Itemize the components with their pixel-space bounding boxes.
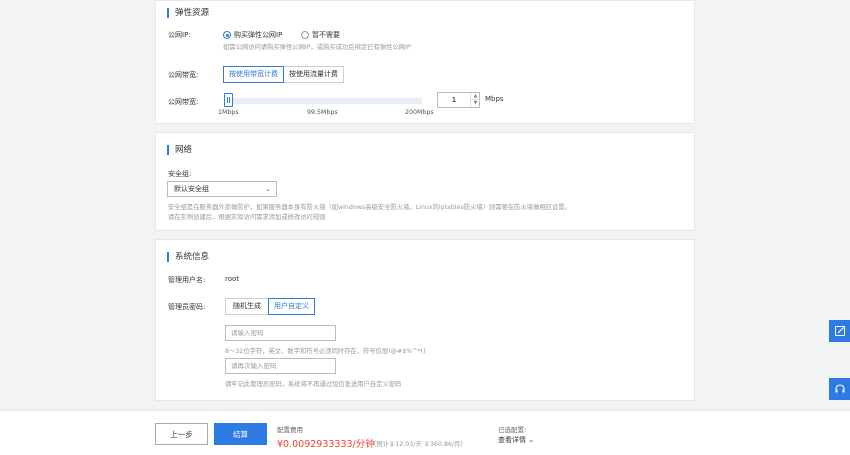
fee-price: ¥0.0092933333/分钟 bbox=[277, 439, 375, 450]
section-title: 系统信息 bbox=[167, 252, 209, 262]
public-ip-label: 公网IP: bbox=[168, 31, 191, 39]
radio-no-eip[interactable]: 暂不需要 bbox=[301, 30, 340, 40]
feedback-button[interactable] bbox=[829, 320, 850, 342]
edit-icon bbox=[834, 326, 845, 336]
public-ip-hint: 如需公网访问请购买弹性公网IP，或购买成功后绑定已有弹性公网IP bbox=[223, 44, 411, 51]
fee-label: 配置费用 bbox=[277, 426, 303, 434]
password-random-button[interactable]: 随机生成 bbox=[225, 298, 269, 315]
view-details-link[interactable]: 查看详情 ⌄ bbox=[498, 435, 534, 445]
security-group-hint-2: 请在实例创建后，根据实际访问需求添加或修改访问规则 bbox=[168, 214, 326, 221]
support-button[interactable] bbox=[829, 378, 850, 400]
radio-unchecked-icon bbox=[301, 31, 309, 39]
billing-label: 公网带宽: bbox=[168, 71, 199, 79]
bandwidth-label: 公网带宽: bbox=[168, 98, 199, 106]
chevron-down-icon: ⌄ bbox=[528, 436, 535, 444]
bandwidth-slider-handle[interactable] bbox=[224, 93, 233, 107]
admin-username-value: root bbox=[225, 275, 240, 283]
previous-step-button[interactable]: 上一步 bbox=[155, 423, 208, 445]
system-info-panel: 系统信息 管理用户名: root 管理员密码: 随机生成 用户自定义 8～32位… bbox=[155, 239, 695, 401]
billing-by-bandwidth-button[interactable]: 按使用带宽计费 bbox=[223, 66, 284, 83]
password-custom-button[interactable]: 用户自定义 bbox=[268, 298, 315, 315]
checkout-button[interactable]: 结算 bbox=[214, 423, 267, 445]
billing-by-traffic-button[interactable]: 按使用流量计费 bbox=[283, 66, 344, 83]
headset-icon bbox=[834, 384, 845, 393]
password-confirm-input[interactable] bbox=[225, 358, 336, 374]
bandwidth-unit: Mbps bbox=[485, 95, 504, 103]
section-title: 网络 bbox=[167, 145, 192, 155]
chevron-down-icon[interactable]: ▼ bbox=[471, 100, 480, 107]
tick-min-label: 1Mbps bbox=[218, 109, 239, 116]
network-panel: 网络 安全组: 默认安全组 ⌄ 安全组是在服务器外部做防护，如果服务器本身有防火… bbox=[155, 132, 695, 231]
tick-max-label: 200Mbps bbox=[405, 109, 434, 116]
security-group-hint-1: 安全组是在服务器外部做防护，如果服务器本身有防火墙（如windows高级安全防火… bbox=[168, 204, 571, 211]
chevron-down-icon: ⌄ bbox=[265, 185, 271, 193]
radio-buy-eip[interactable]: 购买弹性公网IP bbox=[223, 30, 282, 40]
password-mode-toggle: 随机生成 用户自定义 bbox=[225, 298, 315, 315]
radio-label: 购买弹性公网IP bbox=[234, 31, 283, 39]
admin-password-label: 管理员密码: bbox=[168, 303, 206, 311]
bandwidth-slider-track[interactable] bbox=[225, 98, 422, 104]
security-group-select[interactable]: 默认安全组 ⌄ bbox=[167, 181, 277, 197]
password-note-hint: 请牢记此管理员密码，系统将不再通过短信发送用户自定义密码 bbox=[225, 381, 402, 388]
security-group-label: 安全组: bbox=[168, 170, 192, 178]
selected-config-label: 已选配置: bbox=[498, 426, 527, 434]
billing-mode-toggle: 按使用带宽计费 按使用流量计费 bbox=[223, 66, 344, 83]
admin-username-label: 管理用户名: bbox=[168, 276, 206, 284]
chevron-up-icon[interactable]: ▲ bbox=[471, 93, 480, 100]
bandwidth-input[interactable] bbox=[438, 93, 470, 107]
section-title: 弹性资源 bbox=[167, 8, 209, 18]
elastic-resource-panel: 弹性资源 公网IP: 购买弹性公网IP 暂不需要 如需公网访问请购买弹性公网IP… bbox=[155, 0, 695, 124]
radio-label: 暂不需要 bbox=[312, 31, 340, 39]
password-input[interactable] bbox=[225, 325, 336, 341]
security-group-value: 默认安全组 bbox=[174, 185, 209, 193]
password-rule-hint: 8～32位字符，英文、数字和符号必须同时存在，符号仅限!@#$%^*() bbox=[225, 348, 426, 355]
bandwidth-stepper: ▲ ▼ bbox=[437, 92, 480, 108]
fee-estimate: （预计￥12.03/天 ￥360.86/月） bbox=[370, 441, 467, 448]
footer-bar: 上一步 结算 配置费用 ¥0.0092933333/分钟 （预计￥12.03/天… bbox=[0, 410, 850, 455]
radio-checked-icon bbox=[223, 31, 231, 39]
view-details-label: 查看详情 bbox=[498, 436, 526, 444]
tick-mid-label: 99.5Mbps bbox=[307, 109, 338, 116]
stepper-arrows: ▲ ▼ bbox=[470, 93, 480, 107]
